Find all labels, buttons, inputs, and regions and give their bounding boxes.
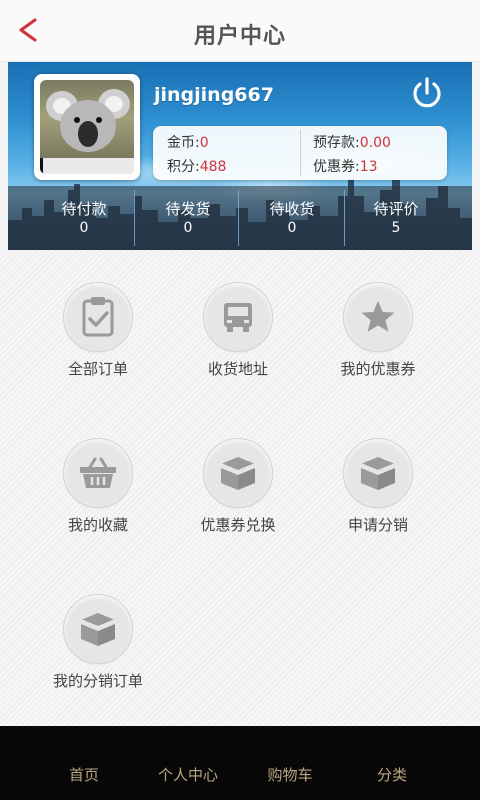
menu-icon-wrap	[63, 438, 133, 508]
menu-my-distribution-orders[interactable]: 我的分销订单	[18, 562, 178, 718]
menu-shipping-address[interactable]: 收货地址	[158, 250, 318, 406]
order-status-bar: 待付款 0 待发货 0 待收货 0 待评价 5	[8, 186, 472, 250]
open-box-icon	[220, 457, 256, 490]
order-status-label: 待收货	[269, 200, 315, 218]
koala-avatar-image	[40, 80, 134, 174]
open-box-icon	[80, 613, 116, 646]
menu-icon-wrap	[63, 282, 133, 352]
truck-icon	[224, 303, 252, 332]
star-icon	[361, 301, 395, 332]
menu-label: 优惠券兑换	[200, 516, 276, 534]
menu-apply-distribution[interactable]: 申请分销	[298, 406, 458, 562]
order-status-count: 0	[183, 220, 193, 236]
nav-home[interactable]: 首页	[24, 764, 144, 785]
username: jingjing667	[154, 84, 274, 106]
open-box-icon	[360, 457, 396, 490]
menu-grid: 全部订单 收货地址 我的优惠券 我的收藏 优惠券兑换 申请分销 我的分销订单	[0, 250, 480, 726]
bottom-nav: 首页 个人中心 购物车 分类	[0, 726, 480, 800]
menu-label: 我的分销订单	[52, 672, 143, 690]
menu-label: 收货地址	[207, 360, 268, 378]
order-pending-receipt[interactable]: 待收货 0	[234, 186, 350, 250]
profile-banner: jingjing667 金币:0 预存款:0.00 积分:488 优惠券:13 …	[8, 62, 472, 250]
menu-icon-wrap	[203, 438, 273, 508]
clipboard-check-icon	[82, 297, 114, 337]
top-bar: 用户中心	[0, 0, 480, 62]
order-status-count: 0	[79, 220, 89, 236]
order-status-count: 5	[391, 220, 401, 236]
stat-points: 积分:488	[167, 159, 227, 175]
nav-categories[interactable]: 分类	[332, 764, 452, 785]
menu-icon-wrap	[63, 594, 133, 664]
menu-label: 我的优惠券	[340, 360, 416, 378]
menu-icon-wrap	[203, 282, 273, 352]
menu-my-favorites[interactable]: 我的收藏	[18, 406, 178, 562]
stat-coins: 金币:0	[167, 135, 209, 151]
order-status-count: 0	[287, 220, 297, 236]
order-status-label: 待发货	[165, 200, 211, 218]
menu-icon-wrap	[343, 282, 413, 352]
order-pending-payment[interactable]: 待付款 0	[26, 186, 142, 250]
stats-divider	[300, 130, 301, 176]
account-stats-panel: 金币:0 预存款:0.00 积分:488 优惠券:13	[153, 126, 447, 180]
menu-coupon-exchange[interactable]: 优惠券兑换	[158, 406, 318, 562]
order-status-label: 待付款	[61, 200, 107, 218]
order-pending-review[interactable]: 待评价 5	[338, 186, 454, 250]
menu-label: 我的收藏	[67, 516, 128, 534]
logout-button[interactable]	[410, 76, 444, 110]
avatar[interactable]	[34, 74, 140, 180]
menu-label: 全部订单	[67, 360, 128, 378]
stat-prepaid: 预存款:0.00	[313, 135, 391, 151]
basket-icon	[80, 457, 116, 488]
page-title: 用户中心	[193, 24, 286, 49]
power-icon	[413, 77, 441, 108]
stat-coupons: 优惠券:13	[313, 159, 378, 175]
order-pending-shipment[interactable]: 待发货 0	[130, 186, 246, 250]
order-status-label: 待评价	[373, 200, 419, 218]
menu-label: 申请分销	[347, 516, 408, 534]
menu-my-coupons[interactable]: 我的优惠券	[298, 250, 458, 406]
menu-icon-wrap	[343, 438, 413, 508]
menu-all-orders[interactable]: 全部订单	[18, 250, 178, 406]
